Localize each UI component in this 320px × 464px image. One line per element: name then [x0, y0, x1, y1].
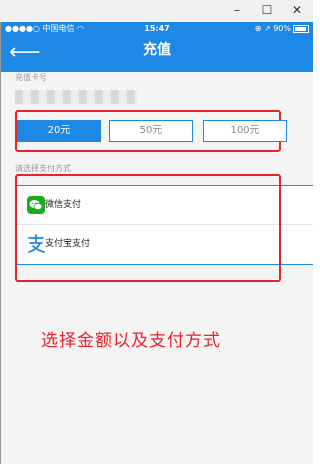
phone-screen: ●●●●○ 中国电信 ◠ 15:47 ⊕ ↗ 90% ⟵ 充值 充值卡号 •••…: [0, 22, 313, 464]
battery-icon: [293, 24, 309, 33]
status-bar: ●●●●○ 中国电信 ◠ 15:47 ⊕ ↗ 90%: [1, 22, 313, 36]
annotation-caption: 选择金额以及支付方式: [41, 331, 221, 351]
payment-section-label: 请选择支付方式: [15, 164, 71, 173]
window-titlebar: – ☐ ✕: [0, 0, 313, 22]
payment-highlight-box: [15, 174, 281, 282]
close-button[interactable]: ✕: [282, 2, 312, 18]
minimize-button[interactable]: –: [222, 2, 252, 18]
amount-option-100[interactable]: 100元: [203, 120, 287, 142]
amount-option-50[interactable]: 50元: [109, 120, 193, 142]
card-number-label: 充值卡号: [15, 73, 47, 82]
battery-percent: ⊕ ↗ 90%: [254, 24, 291, 33]
page-title: 充值: [143, 42, 171, 58]
amount-option-20[interactable]: 20元: [17, 120, 101, 142]
battery-status: ⊕ ↗ 90%: [255, 22, 309, 36]
maximize-button[interactable]: ☐: [252, 2, 282, 18]
nav-bar: ⟵ 充值: [1, 36, 313, 72]
card-number-value: •••• •••• •••• ••••: [15, 90, 137, 104]
